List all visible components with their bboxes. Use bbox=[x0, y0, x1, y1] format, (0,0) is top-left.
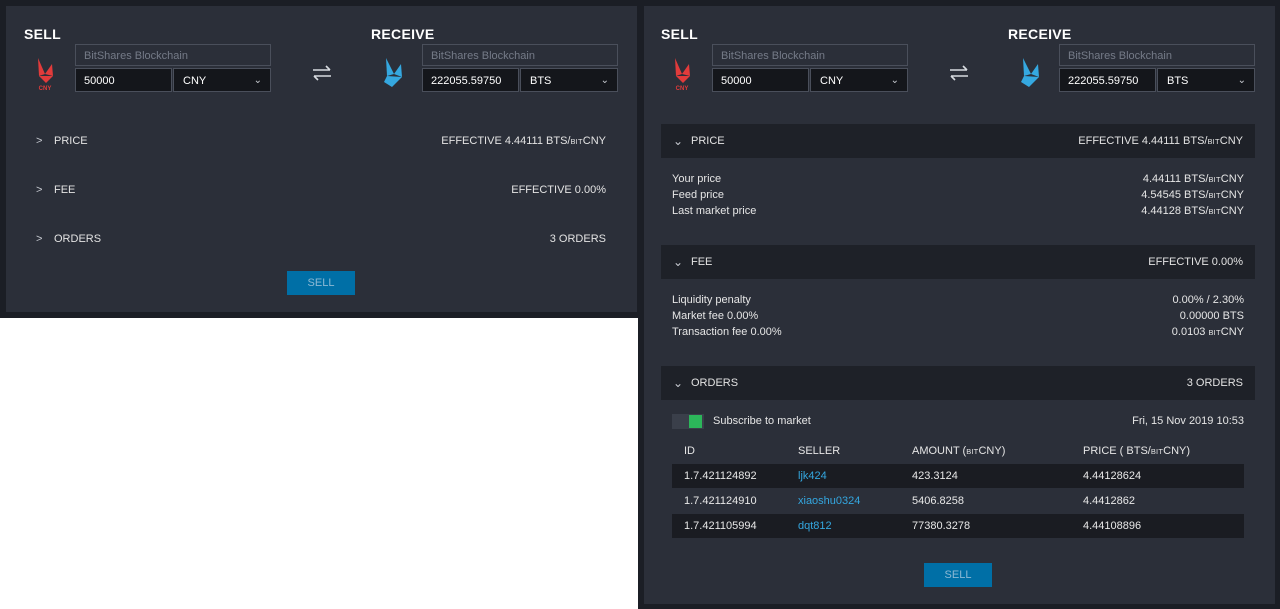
order-price: 4.44128624 bbox=[1083, 470, 1142, 482]
order-seller-link[interactable]: xiaoshu0324 bbox=[798, 489, 860, 513]
order-amount: 77380.3278 bbox=[912, 520, 971, 532]
sell-asset-select[interactable]: CNY ⌄ bbox=[810, 68, 908, 92]
receive-chain-selector[interactable]: BitShares Blockchain bbox=[1059, 44, 1255, 66]
orders-label: ORDERS bbox=[54, 233, 102, 245]
right-receive-field: BitShares Blockchain 222055.59750 BTS ⌄ bbox=[1059, 44, 1255, 92]
chevron-down-icon: ⌄ bbox=[253, 75, 262, 86]
left-sell-button[interactable]: SELL bbox=[287, 271, 355, 295]
col-header-price: PRICE ( BTS/BITCNY) bbox=[1083, 445, 1191, 457]
orders-count: 3 ORDERS bbox=[1186, 377, 1243, 389]
subscribe-toggle[interactable] bbox=[672, 414, 704, 429]
order-price: 4.44108896 bbox=[1083, 520, 1142, 532]
receive-asset-select[interactable]: BTS ⌄ bbox=[520, 68, 618, 92]
fee-detail-liquidity-value: 0.00% / 2.30% bbox=[1172, 294, 1244, 306]
left-fee-row[interactable]: > FEE EFFECTIVE 0.00% bbox=[24, 173, 618, 207]
sell-amount-input[interactable]: 50000 bbox=[75, 68, 172, 92]
order-id: 1.7.421105994 bbox=[684, 520, 757, 532]
order-id: 1.7.421124910 bbox=[684, 495, 757, 507]
chevron-down-icon: ⌄ bbox=[673, 255, 684, 269]
order-id: 1.7.421124892 bbox=[684, 470, 757, 482]
receive-amount-input[interactable]: 222055.59750 bbox=[422, 68, 519, 92]
chevron-down-icon: ⌄ bbox=[600, 75, 609, 86]
right-sell-button[interactable]: SELL bbox=[924, 563, 992, 587]
order-seller-link[interactable]: dqt812 bbox=[798, 514, 832, 538]
chevron-down-icon: ⌄ bbox=[890, 75, 899, 86]
chevron-down-icon: ⌄ bbox=[673, 134, 684, 148]
price-label: PRICE bbox=[54, 135, 88, 147]
price-detail-your-price: Your price bbox=[672, 173, 722, 185]
fee-effective-value: EFFECTIVE 0.00% bbox=[1148, 256, 1243, 268]
order-price: 4.4412862 bbox=[1083, 495, 1135, 507]
bts-logo-icon bbox=[384, 58, 402, 87]
price-detail-last-market-value: 4.44128 BTS/BITCNY bbox=[1141, 205, 1244, 217]
sell-asset-label: CNY bbox=[820, 75, 844, 87]
chevron-right-icon: > bbox=[36, 135, 43, 147]
right-orders-row[interactable]: ⌄ ORDERS 3 ORDERS bbox=[661, 366, 1255, 400]
price-detail-last-market: Last market price bbox=[672, 205, 757, 217]
sell-asset-select[interactable]: CNY ⌄ bbox=[173, 68, 271, 92]
order-seller-link[interactable]: ljk424 bbox=[798, 464, 827, 488]
fee-detail-market: Market fee 0.00% bbox=[672, 310, 759, 322]
cny-logo-text: CNY bbox=[676, 86, 689, 92]
fee-detail-liquidity: Liquidity penalty bbox=[672, 294, 751, 306]
receive-asset-select[interactable]: BTS ⌄ bbox=[1157, 68, 1255, 92]
orders-count: 3 ORDERS bbox=[549, 233, 606, 245]
fee-label: FEE bbox=[691, 256, 713, 268]
fee-detail-market-value: 0.00000 BTS bbox=[1179, 310, 1244, 322]
col-header-id: ID bbox=[684, 445, 695, 457]
table-row[interactable]: 1.7.421124892 ljk424 423.3124 4.44128624 bbox=[672, 464, 1244, 488]
swap-arrows-icon[interactable] bbox=[311, 64, 333, 82]
col-header-amount: AMOUNT (BITCNY) bbox=[912, 445, 1006, 457]
cny-logo-icon: CNY bbox=[675, 58, 690, 92]
receive-asset-label: BTS bbox=[530, 75, 552, 87]
bts-logo-icon bbox=[1021, 58, 1039, 87]
cny-logo-icon: CNY bbox=[38, 58, 53, 92]
receive-asset-label: BTS bbox=[1167, 75, 1189, 87]
sell-asset-label: CNY bbox=[183, 75, 207, 87]
sell-chain-selector[interactable]: BitShares Blockchain bbox=[75, 44, 271, 66]
price-effective-value: EFFECTIVE 4.44111 BTS/BITCNY bbox=[1078, 135, 1243, 147]
cny-logo-text: CNY bbox=[39, 86, 52, 92]
receive-amount-input[interactable]: 222055.59750 bbox=[1059, 68, 1156, 92]
price-label: PRICE bbox=[691, 135, 725, 147]
right-fee-row[interactable]: ⌄ FEE EFFECTIVE 0.00% bbox=[661, 245, 1255, 279]
table-row[interactable]: 1.7.421124910 xiaoshu0324 5406.8258 4.44… bbox=[672, 489, 1244, 513]
price-detail-feed-price-value: 4.54545 BTS/BITCNY bbox=[1141, 189, 1244, 201]
toggle-knob bbox=[689, 415, 702, 428]
price-effective-value: EFFECTIVE 4.44111 BTS/BITCNY bbox=[441, 135, 606, 147]
right-sell-title: SELL bbox=[661, 26, 698, 42]
swap-arrows-icon[interactable] bbox=[948, 64, 970, 82]
price-detail-your-price-value: 4.44111 BTS/BITCNY bbox=[1142, 173, 1244, 185]
right-sell-field: BitShares Blockchain 50000 CNY ⌄ bbox=[712, 44, 908, 92]
fee-effective-value: EFFECTIVE 0.00% bbox=[511, 184, 606, 196]
table-row[interactable]: 1.7.421105994 dqt812 77380.3278 4.441088… bbox=[672, 514, 1244, 538]
left-receive-field: BitShares Blockchain 222055.59750 BTS ⌄ bbox=[422, 44, 618, 92]
fee-label: FEE bbox=[54, 184, 76, 196]
receive-chain-selector[interactable]: BitShares Blockchain bbox=[422, 44, 618, 66]
sell-chain-selector[interactable]: BitShares Blockchain bbox=[712, 44, 908, 66]
subscribe-label: Subscribe to market bbox=[713, 415, 811, 427]
left-orders-row[interactable]: > ORDERS 3 ORDERS bbox=[24, 222, 618, 256]
chevron-down-icon: ⌄ bbox=[673, 376, 684, 390]
orders-timestamp: Fri, 15 Nov 2019 10:53 bbox=[1132, 415, 1244, 427]
left-sell-field: BitShares Blockchain 50000 CNY ⌄ bbox=[75, 44, 271, 92]
left-sell-title: SELL bbox=[24, 26, 61, 42]
fee-detail-transaction: Transaction fee 0.00% bbox=[672, 326, 782, 338]
right-receive-title: RECEIVE bbox=[1008, 26, 1072, 42]
left-price-row[interactable]: > PRICE EFFECTIVE 4.44111 BTS/BITCNY bbox=[24, 124, 618, 158]
chevron-right-icon: > bbox=[36, 233, 43, 245]
price-detail-feed-price: Feed price bbox=[672, 189, 724, 201]
order-amount: 423.3124 bbox=[912, 470, 958, 482]
orders-label: ORDERS bbox=[691, 377, 739, 389]
col-header-seller: SELLER bbox=[798, 445, 841, 457]
chevron-down-icon: ⌄ bbox=[1237, 75, 1246, 86]
left-receive-title: RECEIVE bbox=[371, 26, 435, 42]
fee-detail-transaction-value: 0.0103 BITCNY bbox=[1171, 326, 1244, 338]
sell-amount-input[interactable]: 50000 bbox=[712, 68, 809, 92]
right-price-row[interactable]: ⌄ PRICE EFFECTIVE 4.44111 BTS/BITCNY bbox=[661, 124, 1255, 158]
chevron-right-icon: > bbox=[36, 184, 43, 196]
order-amount: 5406.8258 bbox=[912, 495, 964, 507]
